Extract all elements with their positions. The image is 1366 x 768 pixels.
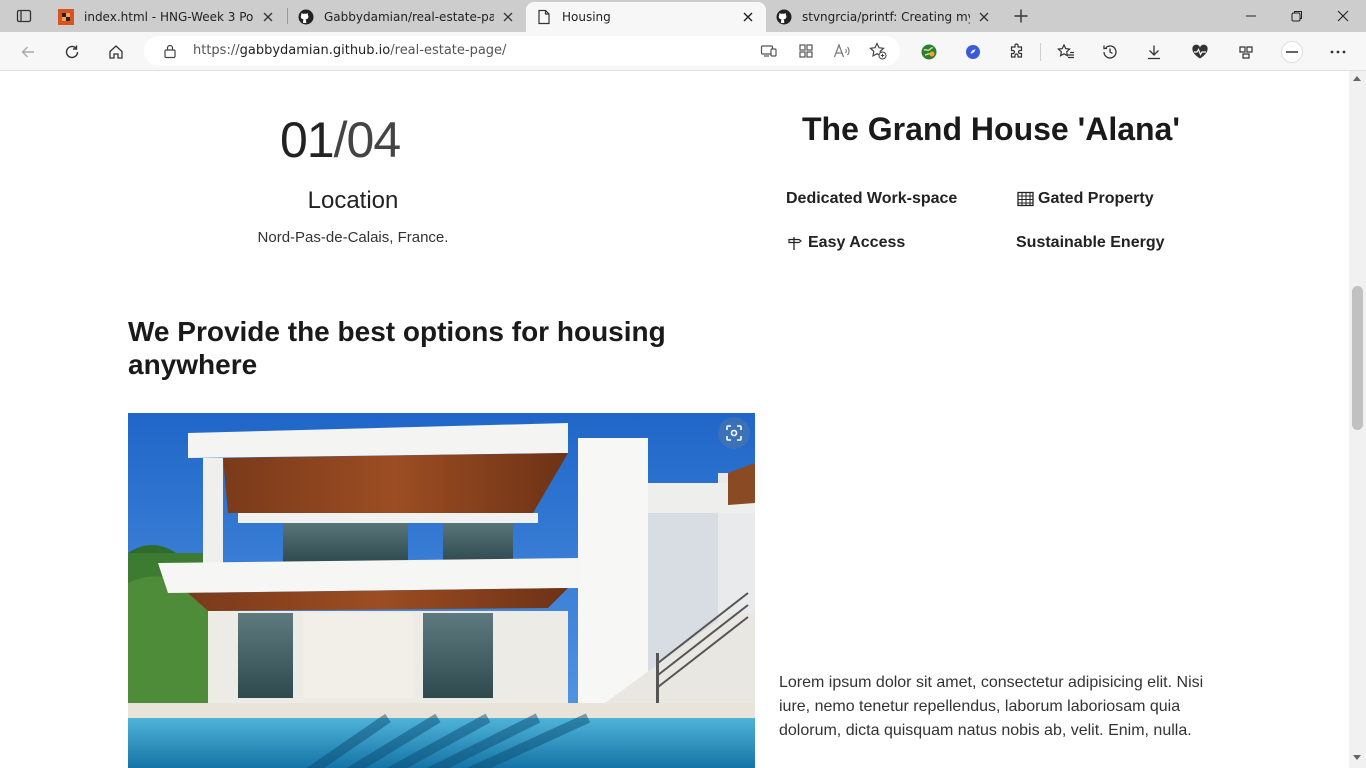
extensions-puzzle-icon[interactable] (1003, 38, 1031, 66)
github-icon (776, 9, 792, 25)
app-available-icon[interactable] (758, 40, 780, 62)
counter-separator: / (333, 112, 348, 168)
new-tab-icon[interactable] (1008, 4, 1034, 28)
close-window-icon[interactable] (1320, 0, 1366, 32)
feature-label: Easy Access (808, 234, 906, 251)
feature-sustainable-energy: Sustainable Energy (1016, 234, 1165, 252)
favorites-icon[interactable] (1052, 38, 1080, 66)
section-heading: We Provide the best options for housing … (128, 316, 666, 380)
tab-bar: index.html - HNG-Week 3 Portfo Gabbydami… (0, 0, 1366, 32)
visual-search-icon[interactable] (718, 417, 750, 449)
description-paragraph: Lorem ipsum dolor sit amet, consectetur … (779, 674, 1204, 739)
copilot-icon[interactable] (1232, 38, 1260, 66)
back-icon[interactable] (14, 38, 42, 66)
url-text[interactable]: https://gabbydamian.github.io/real-estat… (193, 43, 506, 58)
minimize-icon[interactable] (1228, 0, 1274, 32)
page-viewport: 01/04 Location Nord-Pas-de-Calais, Franc… (0, 71, 1349, 768)
restore-icon[interactable] (1274, 0, 1320, 32)
add-favorite-icon[interactable] (867, 40, 889, 62)
slide-counter: 01/04 (280, 111, 402, 169)
page-icon (536, 9, 552, 25)
tab-title: Housing (562, 10, 611, 24)
tab-printf[interactable]: stvngrcia/printf: Creating my ow (766, 2, 1002, 32)
house-photo (128, 413, 755, 768)
close-icon[interactable] (976, 9, 992, 25)
lock-icon[interactable] (159, 40, 181, 62)
feature-label: Dedicated Work-space (786, 190, 958, 207)
tab-housing[interactable]: Housing (526, 2, 766, 32)
feature-label: Gated Property (1038, 190, 1154, 207)
address-bar[interactable]: https://gabbydamian.github.io/real-estat… (144, 36, 900, 66)
tab-title: index.html - HNG-Week 3 Portfo (84, 10, 254, 24)
feature-easy-access: Easy Access (786, 234, 905, 252)
location-value: Nord-Pas-de-Calais, France. (257, 229, 449, 246)
feature-workspace: Dedicated Work-space (786, 190, 957, 208)
history-icon[interactable] (1096, 38, 1124, 66)
tab-hng-portfolio[interactable]: index.html - HNG-Week 3 Portfo (48, 2, 286, 32)
qr-apps-icon[interactable] (795, 40, 817, 62)
browser-toolbar: https://gabbydamian.github.io/real-estat… (0, 32, 1366, 71)
current-slide-number: 01 (280, 112, 335, 168)
scroll-up-icon[interactable] (1353, 76, 1361, 81)
tab-title: Gabbydamian/real-estate-page: (324, 10, 494, 24)
home-icon[interactable] (102, 38, 130, 66)
vertical-scrollbar[interactable] (1349, 71, 1366, 768)
read-aloud-icon[interactable] (831, 40, 853, 62)
close-icon[interactable] (740, 9, 756, 25)
checker-favicon-icon (58, 9, 74, 25)
location-label: Location (307, 187, 399, 214)
browser-essentials-icon[interactable] (1186, 38, 1214, 66)
signpost-icon (786, 234, 804, 252)
more-menu-icon[interactable] (1324, 38, 1352, 66)
feature-label: Sustainable Energy (1016, 234, 1165, 251)
extension-globe-icon[interactable] (915, 38, 943, 66)
gate-icon (1016, 190, 1034, 208)
refresh-icon[interactable] (58, 38, 86, 66)
tab-title: stvngrcia/printf: Creating my ow (802, 10, 970, 24)
tab-actions-icon[interactable] (11, 4, 37, 28)
total-slide-number: 04 (346, 112, 402, 168)
github-icon (298, 9, 314, 25)
scrollbar-thumb[interactable] (1352, 286, 1363, 430)
tab-github-real-estate[interactable]: Gabbydamian/real-estate-page: (288, 2, 526, 32)
extension-blue-icon[interactable] (959, 38, 987, 66)
close-icon[interactable] (260, 9, 276, 25)
close-icon[interactable] (500, 9, 516, 25)
profile-avatar[interactable] (1278, 38, 1306, 66)
house-title: The Grand House 'Alana' (802, 111, 1180, 147)
feature-gated-property: Gated Property (1016, 190, 1154, 208)
scroll-down-icon[interactable] (1353, 755, 1361, 760)
downloads-icon[interactable] (1140, 38, 1168, 66)
